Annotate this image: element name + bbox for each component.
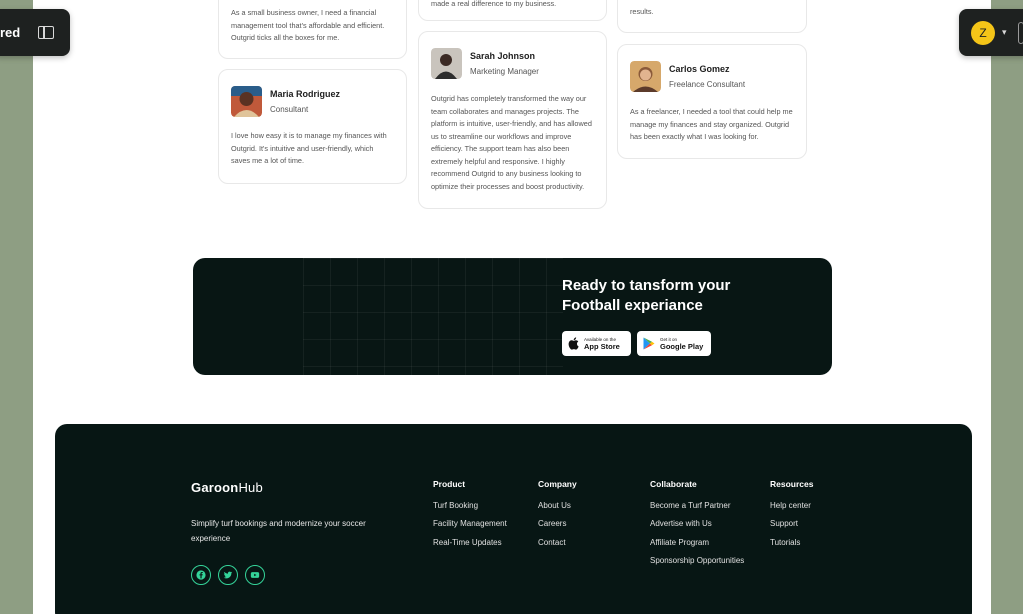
- footer-link[interactable]: Help center: [770, 501, 813, 519]
- panel-label: red: [0, 25, 21, 40]
- avatar: [431, 48, 462, 79]
- footer-column-collaborate: Collaborate Become a Turf Partner Advert…: [650, 479, 744, 574]
- brand-logo[interactable]: GaroonHub: [191, 480, 263, 495]
- sidebar-toggle-icon[interactable]: [38, 26, 55, 39]
- site-footer: GaroonHub Simplify turf bookings and mod…: [55, 424, 972, 614]
- footer-link[interactable]: Careers: [538, 519, 577, 537]
- facebook-icon[interactable]: [191, 565, 211, 585]
- testimonial-role: Consultant: [270, 105, 309, 114]
- testimonial-card: Maria Rodriguez Consultant I love how ea…: [218, 69, 407, 184]
- testimonial-role: Marketing Manager: [470, 67, 539, 76]
- avatar: [231, 86, 262, 117]
- app-store-small-text: Available on the: [584, 336, 616, 342]
- testimonial-text: Outgrid has completely transformed the w…: [431, 94, 592, 191]
- panel-stub-icon: [1017, 21, 1023, 44]
- google-play-label: Google Play: [660, 341, 704, 351]
- footer-link[interactable]: Tutorials: [770, 538, 813, 556]
- footer-link[interactable]: Facility Management: [433, 519, 507, 537]
- footer-column-heading: Product: [433, 479, 466, 489]
- testimonial-name: Sarah Johnson: [470, 51, 536, 61]
- user-menu-panel[interactable]: Z ▾: [959, 9, 1023, 56]
- footer-link[interactable]: Become a Turf Partner: [650, 501, 744, 519]
- footer-link[interactable]: Real-Time Updates: [433, 538, 507, 556]
- testimonial-text: As a small business owner, I need a fina…: [231, 8, 385, 42]
- footer-column-heading: Resources: [770, 479, 814, 489]
- app-store-label: App Store: [584, 341, 620, 351]
- testimonial-text: I love how easy it is to manage my finan…: [231, 131, 387, 165]
- footer-column-company: Company About Us Careers Contact: [538, 479, 577, 556]
- chevron-down-icon[interactable]: ▾: [1002, 27, 1007, 38]
- twitter-icon[interactable]: [218, 565, 238, 585]
- footer-column-heading: Collaborate: [650, 479, 697, 489]
- testimonial-name: Carlos Gomez: [669, 64, 730, 74]
- page: As a small business owner, I need a fina…: [33, 0, 991, 614]
- footer-column-product: Product Turf Booking Facility Management…: [433, 479, 507, 556]
- cta-title: Ready to tansform your Football experian…: [562, 277, 731, 314]
- testimonial-card: As a small business owner, I need a fina…: [218, 0, 407, 59]
- apple-icon: [568, 337, 579, 350]
- footer-tagline: Simplify turf bookings and modernize you…: [191, 519, 366, 543]
- testimonial-name: Maria Rodriguez: [270, 89, 341, 99]
- testimonial-card: Sarah Johnson Marketing Manager Outgrid …: [418, 31, 607, 209]
- footer-link[interactable]: Sponsorship Opportunities: [650, 556, 744, 574]
- testimonial-card: made a real difference to my business.: [418, 0, 607, 21]
- footer-link[interactable]: About Us: [538, 501, 577, 519]
- google-play-icon: [643, 337, 655, 350]
- testimonial-text: results.: [630, 7, 654, 16]
- avatar: [630, 61, 661, 92]
- google-play-button[interactable]: Get it on Google Play: [637, 331, 711, 356]
- footer-link[interactable]: Contact: [538, 538, 577, 556]
- youtube-icon[interactable]: [245, 565, 265, 585]
- app-store-button[interactable]: Available on the App Store: [562, 331, 631, 356]
- testimonial-text: made a real difference to my business.: [431, 0, 557, 8]
- footer-link[interactable]: Support: [770, 519, 813, 537]
- footer-link[interactable]: Affiliate Program: [650, 538, 744, 556]
- user-avatar[interactable]: Z: [971, 20, 995, 45]
- testimonial-role: Freelance Consultant: [669, 80, 746, 89]
- footer-link[interactable]: Advertise with Us: [650, 519, 744, 537]
- testimonial-card: results.: [617, 0, 807, 33]
- cta-banner: Ready to tansform your Football experian…: [193, 258, 832, 375]
- footer-column-heading: Company: [538, 479, 577, 489]
- testimonial-text: As a freelancer, I needed a tool that co…: [630, 107, 793, 141]
- social-links: [191, 565, 265, 585]
- sidebar-toggle-panel[interactable]: red: [0, 9, 70, 56]
- footer-column-resources: Resources Help center Support Tutorials: [770, 479, 813, 556]
- footer-link[interactable]: Turf Booking: [433, 501, 507, 519]
- cta-grid-pattern: [303, 258, 563, 375]
- testimonial-card: Carlos Gomez Freelance Consultant As a f…: [617, 44, 807, 159]
